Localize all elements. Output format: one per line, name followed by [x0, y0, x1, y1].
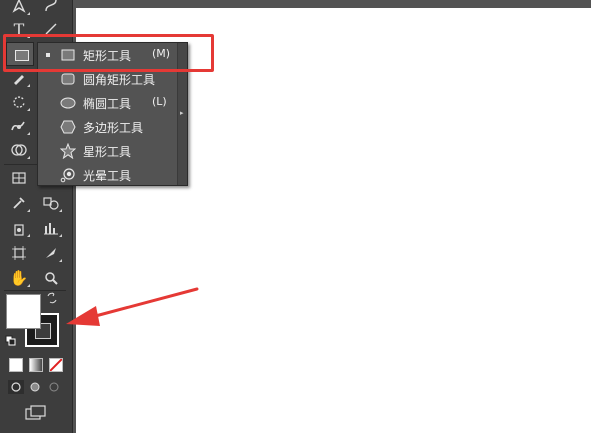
annotation-arrow: [66, 287, 199, 326]
